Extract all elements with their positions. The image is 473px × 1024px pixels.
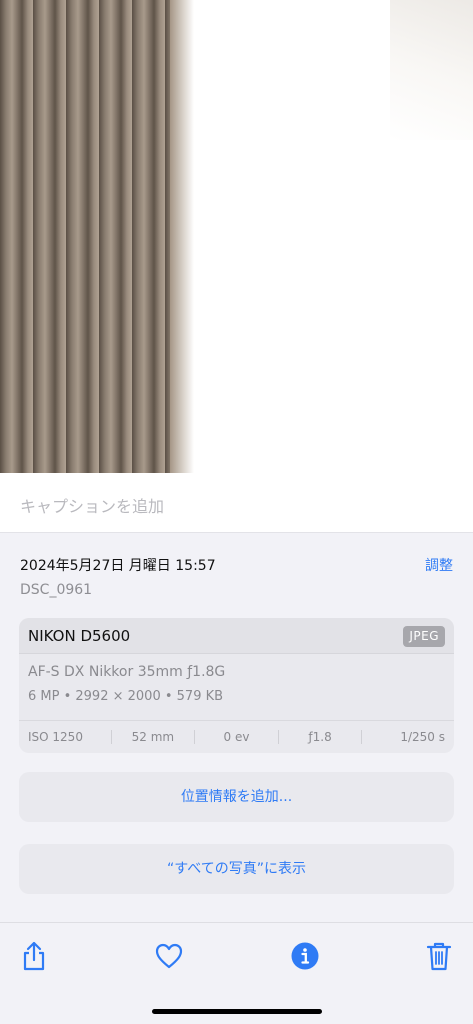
camera-info-card: NIKON D5600 JPEG AF-S DX Nikkor 35mm ƒ1.… xyxy=(19,618,454,753)
show-in-all-photos-button[interactable]: “すべての写真”に表示 xyxy=(19,844,454,894)
info-button[interactable] xyxy=(289,940,321,972)
format-badge: JPEG xyxy=(403,626,445,647)
add-location-button[interactable]: 位置情報を追加... xyxy=(19,772,454,822)
favorite-button[interactable] xyxy=(153,940,185,972)
curtain-image-region xyxy=(0,0,194,473)
photo-datetime: 2024年5月27日 月曜日 15:57 xyxy=(20,558,216,574)
exif-aperture: ƒ1.8 xyxy=(277,730,362,744)
exif-row: ISO 1250 52 mm 0 ev ƒ1.8 1/250 s xyxy=(19,720,454,753)
adjust-button[interactable]: 調整 xyxy=(425,555,453,575)
heart-icon xyxy=(155,943,183,969)
caption-field[interactable]: キャプションを追加 xyxy=(0,473,473,533)
trash-icon xyxy=(426,942,452,971)
share-button[interactable] xyxy=(18,940,50,972)
caption-placeholder: キャプションを追加 xyxy=(20,497,165,516)
exif-focal-length: 52 mm xyxy=(110,730,195,744)
delete-button[interactable] xyxy=(423,940,455,972)
image-specs: 6 MP • 2992 × 2000 • 579 KB xyxy=(28,689,224,704)
photo-preview[interactable] xyxy=(0,0,473,473)
share-icon xyxy=(23,941,45,971)
exif-shutter-speed: 1/250 s xyxy=(361,730,454,744)
lens-name: AF-S DX Nikkor 35mm ƒ1.8G xyxy=(28,664,226,680)
camera-header: NIKON D5600 JPEG xyxy=(19,618,454,654)
sheer-curtain-region xyxy=(390,0,473,140)
photo-filename: DSC_0961 xyxy=(20,582,93,598)
exif-iso: ISO 1250 xyxy=(28,730,83,744)
camera-model: NIKON D5600 xyxy=(28,627,131,645)
exif-exposure-bias: 0 ev xyxy=(194,730,278,744)
home-indicator[interactable] xyxy=(152,1009,322,1014)
info-icon xyxy=(291,942,319,970)
